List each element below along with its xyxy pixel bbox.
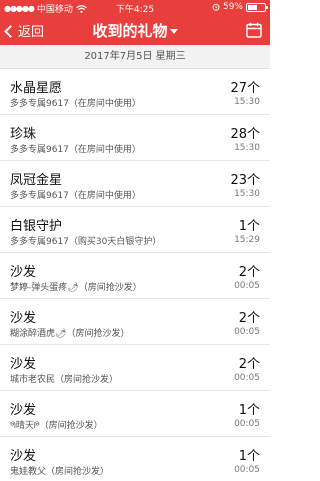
sender-name: 城市老农民 <box>10 375 56 385</box>
list-item[interactable]: 沙发 糊涂醉酒虎🌶（房间抢沙发） 2个 00:05 <box>0 299 270 345</box>
list-item[interactable]: 沙发 城市老农民（房间抢沙发） 2个 00:05 <box>0 345 270 391</box>
gift-name: 凤冠金星 <box>10 173 63 188</box>
sender-name: 糊涂醉酒虎🌶 <box>10 329 67 339</box>
gift-source: 多多专属9617（在房间中使用） <box>10 96 141 109</box>
gift-name: 沙发 <box>10 265 37 280</box>
gift-note: （房间抢沙发） <box>46 467 110 477</box>
gift-count: 1个 <box>238 403 260 418</box>
list-item[interactable]: 白银守护 多多专属9617（购买30天白银守护） 1个 15:29 <box>0 207 270 253</box>
page-title: 收到的礼物 <box>92 22 168 40</box>
gift-note: （在房间中使用） <box>68 145 141 155</box>
gift-count: 2个 <box>238 265 260 280</box>
gift-time: 15:30 <box>234 97 260 107</box>
list-item[interactable]: 沙发 梦婷-弹头蛋疼🌶（房间抢沙发） 2个 00:05 <box>0 253 270 299</box>
gift-count: 2个 <box>238 311 260 326</box>
gift-source: 城市老农民（房间抢沙发） <box>10 372 118 385</box>
gift-source: 糊涂醉酒虎🌶（房间抢沙发） <box>10 326 129 339</box>
gift-count: 27个 <box>230 81 260 96</box>
sender-name: 梦婷-弹头蛋疼🌶 <box>10 283 79 293</box>
gift-count: 23个 <box>230 173 260 188</box>
list-item[interactable]: 水晶星愿 多多专属9617（在房间中使用） 27个 15:30 <box>0 69 270 115</box>
status-bar-right: 59% <box>212 2 268 12</box>
battery-level <box>248 4 258 10</box>
sender-name: 鬼娃教父 <box>10 467 47 477</box>
list-item[interactable]: 珍珠 多多专属9617（在房间中使用） 28个 15:30 <box>0 115 270 161</box>
gift-name: 沙发 <box>10 403 37 418</box>
gift-time: 15:30 <box>234 189 260 199</box>
gift-note: （房间抢沙发） <box>66 329 130 339</box>
gift-name: 珍珠 <box>10 127 37 142</box>
gift-note: （在房间中使用） <box>68 191 141 201</box>
gift-time: 00:05 <box>234 419 260 429</box>
gift-note: （购买30天白银守护） <box>68 237 162 247</box>
caret-down-icon <box>169 29 178 34</box>
sender-name: 多多专属9617 <box>10 145 69 155</box>
gift-source: 梦婷-弹头蛋疼🌶（房间抢沙发） <box>10 280 142 293</box>
gift-count: 28个 <box>230 127 260 142</box>
sender-name: ᖗ晴天ᖘ <box>10 421 40 431</box>
calendar-icon[interactable] <box>246 22 262 38</box>
list-item[interactable]: 凤冠金星 多多专属9617（在房间中使用） 23个 15:30 <box>0 161 270 207</box>
gift-name: 水晶星愿 <box>10 81 63 96</box>
gift-time: 00:05 <box>234 281 260 291</box>
list-item[interactable]: 沙发 ᖗ晴天ᖘ（房间抢沙发） 1个 00:05 <box>0 391 270 437</box>
gift-source: 鬼娃教父（房间抢沙发） <box>10 464 109 477</box>
gift-note: （房间抢沙发） <box>55 375 119 385</box>
gift-name: 沙发 <box>10 449 37 464</box>
gift-source: 多多专属9617（在房间中使用） <box>10 188 141 201</box>
gift-list: 水晶星愿 多多专属9617（在房间中使用） 27个 15:30 珍珠 多多专属9617（在… <box>0 69 270 481</box>
sender-name: 多多专属9617 <box>10 99 69 109</box>
list-item[interactable]: 沙发 鬼娃教父（房间抢沙发） 1个 00:05 <box>0 437 270 481</box>
gift-time: 15:29 <box>234 235 260 245</box>
page-title-dropdown[interactable]: 收到的礼物 <box>0 20 270 41</box>
gift-count: 1个 <box>238 449 260 464</box>
gift-name: 沙发 <box>10 311 37 326</box>
battery-icon <box>246 2 268 12</box>
gift-name: 白银守护 <box>10 219 63 234</box>
alarm-icon <box>212 3 220 11</box>
sender-name: 多多专属9617 <box>10 237 69 247</box>
battery-percent: 59% <box>222 2 243 12</box>
gift-name: 沙发 <box>10 357 37 372</box>
gift-time: 00:05 <box>234 327 260 337</box>
gift-count: 2个 <box>238 357 260 372</box>
date-header: 2017年7月5日 星期三 <box>0 45 270 69</box>
gift-source: 多多专属9617（购买30天白银守护） <box>10 234 161 247</box>
sender-name: 多多专属9617 <box>10 191 69 201</box>
gift-source: ᖗ晴天ᖘ（房间抢沙发） <box>10 418 103 431</box>
gift-time: 00:05 <box>234 465 260 475</box>
gift-time: 15:30 <box>234 143 260 153</box>
gift-note: （房间抢沙发） <box>39 421 103 431</box>
gift-source: 多多专属9617（在房间中使用） <box>10 142 141 155</box>
nav-bar: 返回 收到的礼物 <box>0 16 270 45</box>
gift-count: 1个 <box>238 219 260 234</box>
gift-note: （房间抢沙发） <box>78 283 142 293</box>
gift-note: （在房间中使用） <box>68 99 141 109</box>
status-bar: ●●●●● 中国移动 下午4:25 59% <box>0 0 270 16</box>
gift-time: 00:05 <box>234 373 260 383</box>
